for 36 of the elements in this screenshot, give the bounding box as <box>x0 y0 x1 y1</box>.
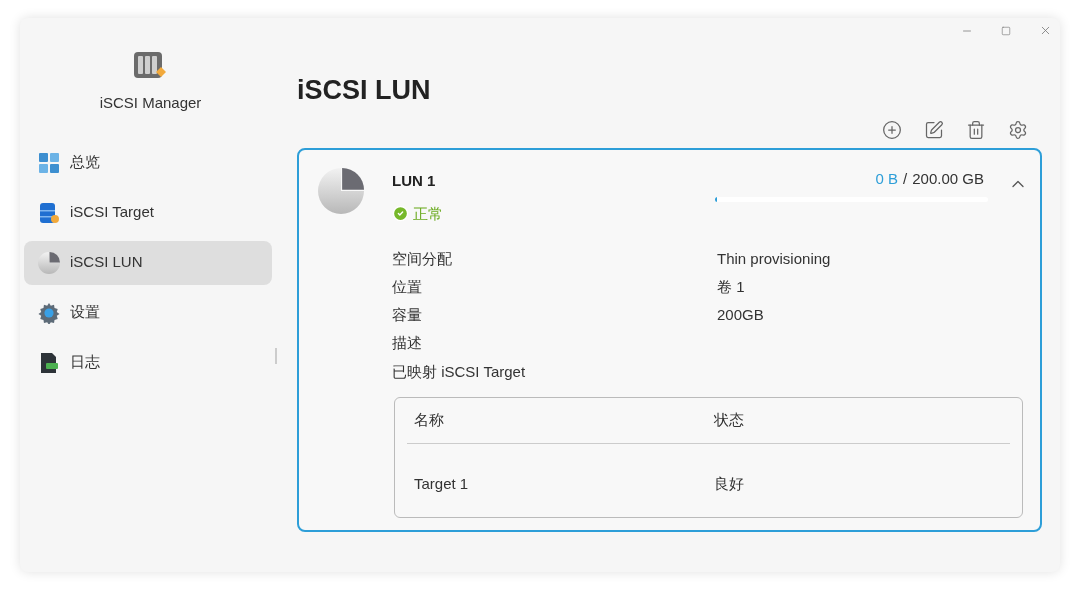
sidebar-item[interactable]: iSCSI Target <box>24 190 272 235</box>
sidebar-item[interactable]: 日志 <box>24 340 272 385</box>
property-value: Thin provisioning <box>717 248 831 269</box>
used-capacity: 0 B <box>875 169 899 189</box>
property-value: 卷 1 <box>717 276 745 297</box>
table-cell-text: Target 1 <box>414 473 470 494</box>
property-label: 位置 <box>392 276 423 297</box>
pie-chart-icon <box>38 251 60 274</box>
column-header: 名称 <box>414 410 445 431</box>
settings-icon[interactable] <box>1008 120 1028 140</box>
database-icon <box>38 201 60 224</box>
status-ok-icon <box>392 205 409 223</box>
status-text: 正常 <box>413 203 443 224</box>
section-label: 已映射 iSCSI Target <box>392 361 527 382</box>
column-header: 状态 <box>714 410 744 431</box>
close-icon[interactable] <box>1039 24 1052 37</box>
edit-icon[interactable] <box>924 120 944 140</box>
app-name: iSCSI Manager <box>99 93 202 113</box>
lun-name: LUN 1 <box>392 171 437 191</box>
property-value: 200GB <box>717 304 764 325</box>
page-title: iSCSI LUN <box>297 74 432 106</box>
property-label: 空间分配 <box>392 248 453 269</box>
total-capacity: 200.00 GB <box>912 169 984 189</box>
sidebar-item[interactable]: 设置 <box>24 290 272 335</box>
separator: / <box>903 169 908 189</box>
property-label: 描述 <box>392 332 423 353</box>
property-label: 容量 <box>392 304 423 325</box>
table-cell-text: 良好 <box>714 473 744 494</box>
sidebar-item[interactable]: iSCSI LUN <box>24 240 272 285</box>
pie-chart-icon <box>318 168 364 214</box>
gear-icon <box>38 301 60 324</box>
log-file-icon <box>38 351 60 374</box>
sidebar-item[interactable]: 总览 <box>24 140 272 185</box>
delete-icon[interactable] <box>966 120 986 140</box>
grid-icon <box>38 151 60 174</box>
add-icon[interactable] <box>882 120 902 140</box>
